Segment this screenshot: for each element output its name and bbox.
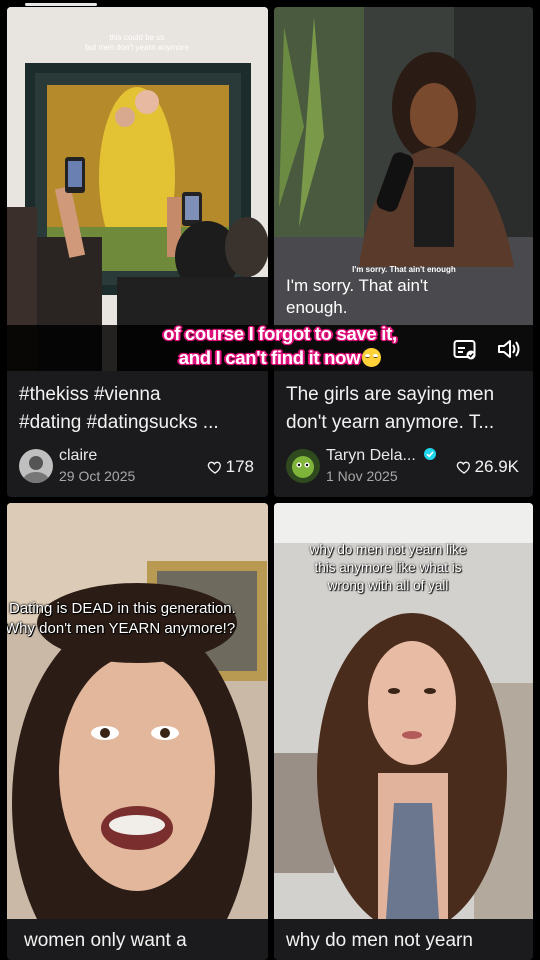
video-card-2[interactable]: I'm sorry. That ain't enough I'm sorry. … — [274, 7, 533, 497]
post-date: 1 Nov 2025 — [326, 468, 398, 484]
video-card-3[interactable]: Dating is DEAD in this generation. Why d… — [7, 503, 268, 960]
video-thumbnail[interactable]: why do men not yearn like this anymore l… — [274, 503, 533, 919]
like-count[interactable]: 178 — [207, 457, 254, 477]
sound-icon[interactable] — [496, 338, 522, 360]
video-description: The girls are saying men don't yearn any… — [286, 384, 495, 433]
selfie-scene-image — [7, 503, 268, 919]
avatar[interactable] — [19, 449, 53, 483]
author-row[interactable]: claire 29 Oct 2025 178 — [19, 445, 258, 485]
author-row[interactable]: Taryn Dela... 1 Nov 2025 26.9K — [286, 445, 523, 485]
video-description: #thekiss #vienna #dating #datingsucks ..… — [19, 384, 219, 433]
video-card-1[interactable]: this could be us but men don't yearn any… — [7, 7, 268, 497]
rolling-eyes-emoji-icon — [362, 348, 382, 367]
avatar[interactable] — [286, 449, 320, 483]
like-count[interactable]: 26.9K — [456, 457, 519, 477]
video-thumbnail[interactable]: Dating is DEAD in this generation. Why d… — [7, 503, 268, 919]
post-date: 29 Oct 2025 — [59, 468, 136, 484]
video-overlay-text: why do men not yearn like this anymore l… — [309, 542, 467, 593]
video-subtitle: I'm sorry. That ain't enough. — [286, 276, 428, 317]
video-overlay-text: Dating is DEAD in this generation. Why d… — [7, 600, 236, 637]
video-thumbnail[interactable]: I'm sorry. That ain't enough I'm sorry. … — [274, 7, 533, 371]
video-overlay-text: I'm sorry. That ain't enough — [352, 265, 456, 274]
caption-icon[interactable] — [453, 339, 477, 361]
heart-icon — [207, 461, 221, 474]
username[interactable]: claire — [59, 447, 97, 465]
heart-icon — [456, 461, 470, 474]
verified-badge-icon — [424, 448, 437, 460]
username[interactable]: Taryn Dela... — [326, 447, 437, 465]
video-description: why do men not yearn — [286, 930, 473, 951]
video-description: women only want a — [24, 930, 187, 951]
museum-scene-image — [7, 7, 268, 371]
story-progress-bar — [25, 3, 97, 6]
video-overlay-text: this could be us but men don't yearn any… — [85, 33, 189, 52]
overlay-caption: of course I forgot to save it, and I can… — [163, 323, 397, 368]
video-thumbnail[interactable]: this could be us but men don't yearn any… — [7, 7, 268, 371]
video-card-4[interactable]: why do men not yearn like this anymore l… — [274, 503, 533, 960]
